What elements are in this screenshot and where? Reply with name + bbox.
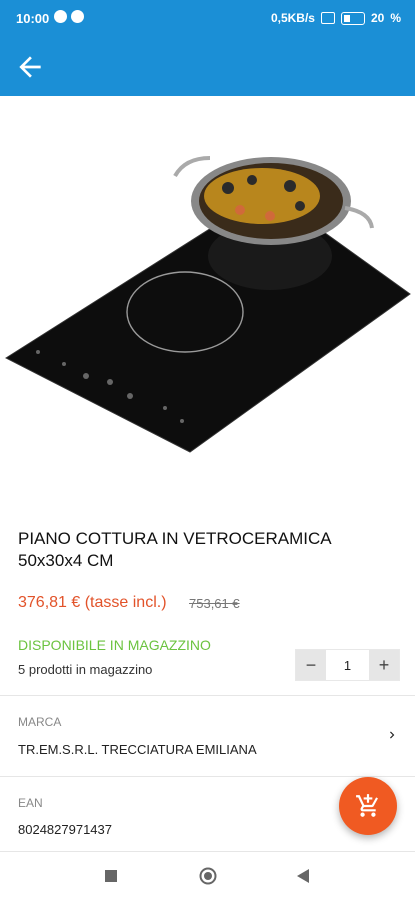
status-app-icons (54, 10, 84, 23)
chevron-right-icon[interactable] (385, 728, 399, 742)
quantity-increase-button[interactable]: + (369, 650, 399, 680)
status-right: 0,5KB/s 20% (270, 11, 401, 25)
status-time: 10:00 (16, 11, 50, 26)
brand-label: MARCA (18, 715, 62, 729)
add-to-cart-button[interactable] (339, 777, 397, 835)
nav-triangle-icon[interactable] (296, 868, 310, 884)
sim-icon (320, 12, 335, 24)
nav-square-icon[interactable] (104, 869, 118, 883)
product-price: 376,81 € (tasse incl.) (18, 594, 167, 611)
status-bar: 10:00 0,5KB/s 20% (0, 0, 415, 37)
nav-circle-icon[interactable] (199, 867, 217, 885)
ean-label: EAN (18, 796, 43, 810)
brand-value[interactable]: TR.EM.S.R.L. TRECCIATURA EMILIANA (18, 742, 257, 757)
battery-level: 20 (370, 11, 385, 25)
network-speed: 0,5KB/s (270, 11, 315, 25)
divider (0, 776, 415, 777)
availability-status: DISPONIBILE IN MAGAZZINO (18, 637, 211, 653)
quantity-stepper: − 1 + (295, 649, 400, 681)
divider (0, 695, 415, 696)
product-old-price: 753,61 € (189, 596, 240, 611)
app-bar (0, 37, 415, 96)
quantity-decrease-button[interactable]: − (296, 650, 326, 680)
divider (0, 851, 415, 852)
ean-value: 8024827971437 (18, 822, 112, 837)
product-title: PIANO COTTURA IN VETROCERAMICA 50x30x4 C… (18, 529, 331, 570)
add-to-cart-icon (356, 794, 378, 817)
system-nav-bar (0, 854, 415, 900)
battery-icon (340, 11, 365, 25)
arrow-left-icon[interactable] (14, 51, 46, 83)
product-image (0, 96, 415, 506)
quantity-value[interactable]: 1 (326, 650, 369, 680)
stock-count: 5 prodotti in magazzino (18, 662, 153, 677)
